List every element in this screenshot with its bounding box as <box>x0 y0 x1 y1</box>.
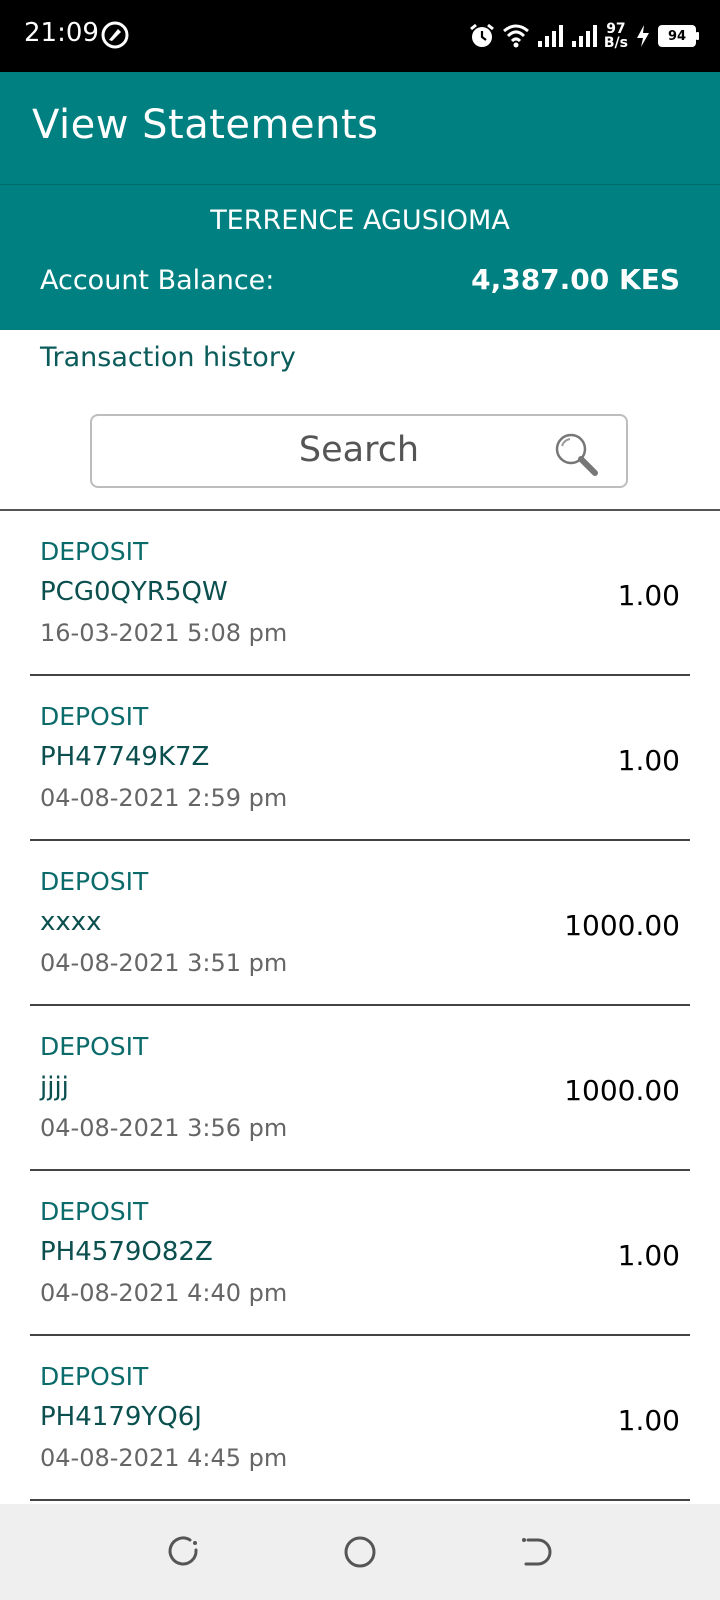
transaction-history-title: Transaction history <box>40 342 296 373</box>
balance-label: Account Balance: <box>40 265 275 296</box>
transaction-row[interactable]: DEPOSIT xxxx 04-08-2021 3:51 pm 1000.00 <box>0 841 720 1006</box>
signal-icon <box>537 25 563 47</box>
battery-icon: 94 <box>658 25 699 47</box>
transaction-reference: PH4179YQ6J <box>40 1402 202 1432</box>
transaction-reference: jjjj <box>40 1072 69 1102</box>
transaction-type: DEPOSIT <box>40 1197 149 1226</box>
transaction-type: DEPOSIT <box>40 867 149 896</box>
battery-level: 94 <box>667 28 687 44</box>
charging-icon <box>637 25 649 47</box>
transaction-row[interactable]: DEPOSIT PH47749K7Z 04-08-2021 2:59 pm 1.… <box>0 676 720 841</box>
search-input[interactable]: Search <box>90 414 628 488</box>
signal-icon <box>571 25 597 47</box>
transaction-reference: PCG0QYR5QW <box>40 577 228 607</box>
balance-value: 4,387.00 KES <box>471 263 680 296</box>
transaction-reference: PH4579O82Z <box>40 1237 213 1267</box>
transaction-date: 04-08-2021 2:59 pm <box>40 784 288 812</box>
transaction-date: 04-08-2021 3:51 pm <box>40 949 288 977</box>
status-time: 21:09 <box>24 18 99 48</box>
account-holder-name: TERRENCE AGUSIOMA <box>210 205 510 236</box>
net-speed: 97 B/s <box>604 22 628 50</box>
transaction-type: DEPOSIT <box>40 1032 149 1061</box>
net-speed-unit: B/s <box>603 35 628 51</box>
transaction-type: DEPOSIT <box>40 537 149 566</box>
transaction-row[interactable]: DEPOSIT PH4579O82Z 04-08-2021 4:40 pm 1.… <box>0 1171 720 1336</box>
status-bar: 21:09 97 B/s 94 <box>0 0 720 72</box>
search-placeholder: Search <box>298 430 420 470</box>
recent-apps-icon[interactable] <box>166 1534 202 1570</box>
back-icon[interactable] <box>518 1534 554 1570</box>
transaction-amount: 1.00 <box>617 1404 680 1437</box>
account-summary: TERRENCE AGUSIOMA Account Balance: 4,387… <box>0 185 720 330</box>
wifi-icon <box>502 24 529 48</box>
home-icon[interactable] <box>342 1534 378 1570</box>
transaction-amount: 1.00 <box>617 744 680 777</box>
search-icon[interactable] <box>552 430 600 478</box>
vpn-icon <box>101 21 129 49</box>
transaction-type: DEPOSIT <box>40 702 149 731</box>
transaction-row[interactable]: DEPOSIT PCG0QYR5QW 16-03-2021 5:08 pm 1.… <box>0 511 720 676</box>
page-title: View Statements <box>32 102 379 148</box>
transaction-amount: 1000.00 <box>564 1074 680 1107</box>
system-nav-bar <box>0 1504 720 1600</box>
transaction-reference: xxxx <box>40 907 102 937</box>
transaction-row[interactable]: DEPOSIT jjjj 04-08-2021 3:56 pm 1000.00 <box>0 1006 720 1171</box>
transaction-type: DEPOSIT <box>40 1362 149 1391</box>
transaction-date: 04-08-2021 4:40 pm <box>40 1279 288 1307</box>
transaction-list[interactable]: DEPOSIT PCG0QYR5QW 16-03-2021 5:08 pm 1.… <box>0 511 720 1501</box>
transaction-amount: 1.00 <box>617 1239 680 1272</box>
transaction-amount: 1.00 <box>617 579 680 612</box>
transaction-row[interactable]: DEPOSIT PH4179YQ6J 04-08-2021 4:45 pm 1.… <box>0 1336 720 1501</box>
transaction-date: 04-08-2021 3:56 pm <box>40 1114 288 1142</box>
net-speed-value: 97 <box>606 21 626 37</box>
transaction-date: 04-08-2021 4:45 pm <box>40 1444 288 1472</box>
alarm-icon <box>469 23 494 47</box>
status-icons: 97 B/s 94 <box>468 16 699 56</box>
transaction-date: 16-03-2021 5:08 pm <box>40 619 288 647</box>
transaction-reference: PH47749K7Z <box>40 742 210 772</box>
app-bar: View Statements <box>0 72 720 185</box>
transaction-amount: 1000.00 <box>564 909 680 942</box>
